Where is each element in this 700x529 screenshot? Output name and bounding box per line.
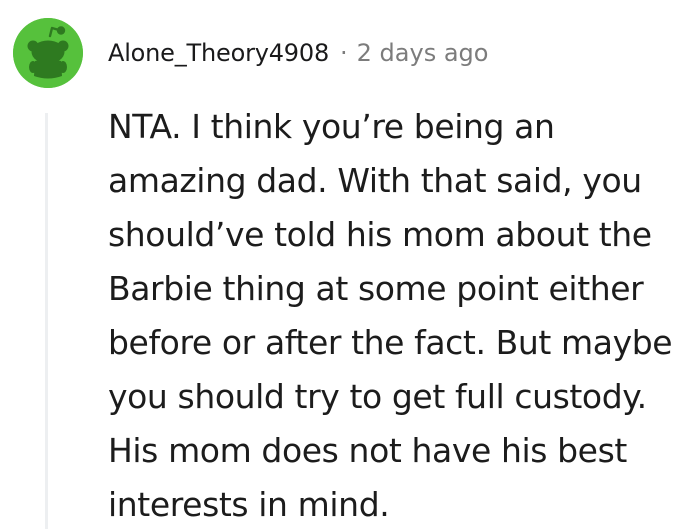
comment-header: Alone_Theory4908 · 2 days ago xyxy=(108,33,488,73)
thread-line[interactable] xyxy=(45,113,48,529)
reddit-snoo-icon xyxy=(13,18,83,88)
username-link[interactable]: Alone_Theory4908 xyxy=(108,33,329,73)
comment: Alone_Theory4908 · 2 days ago NTA. I thi… xyxy=(0,0,700,529)
timestamp[interactable]: 2 days ago xyxy=(357,33,489,73)
comment-body: NTA. I think you’re being an amazing dad… xyxy=(108,107,673,524)
separator-dot: · xyxy=(340,39,348,67)
avatar[interactable] xyxy=(13,18,83,88)
